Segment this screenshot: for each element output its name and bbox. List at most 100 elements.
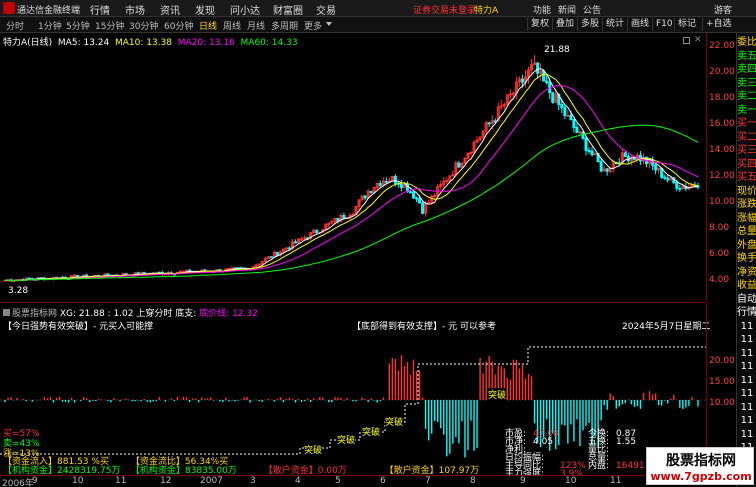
add-favorite-button[interactable]: +自选 xyxy=(702,18,735,31)
indicator-bar xyxy=(79,400,82,401)
candle-body xyxy=(399,183,403,189)
stock-name-title: 特力A xyxy=(474,6,499,16)
indicator-bar xyxy=(630,400,633,405)
period-60min[interactable]: 60分钟 xyxy=(164,19,193,32)
menu-jiaoyi[interactable]: 交易 xyxy=(316,2,336,17)
side-panel-item[interactable]: 11 xyxy=(737,401,756,414)
side-panel-item[interactable]: 自动 xyxy=(737,293,756,306)
indicator-bar xyxy=(4,400,6,403)
period-monthly[interactable]: 月线 xyxy=(247,19,265,32)
menu-gonggao[interactable]: 公告 xyxy=(583,3,601,16)
candle-body xyxy=(654,164,658,171)
indicator-bar xyxy=(337,397,339,400)
period-5min[interactable]: 5分钟 xyxy=(66,19,90,32)
candle-body xyxy=(387,180,391,183)
period-fenshi[interactable]: 分时 xyxy=(6,19,24,32)
side-panel-item[interactable]: 11 xyxy=(737,414,756,427)
side-panel-item[interactable]: 现价 xyxy=(737,185,756,198)
side-panel-item[interactable]: 买三 xyxy=(737,144,756,157)
menu-shichang[interactable]: 市场 xyxy=(125,2,145,17)
indicator-bar xyxy=(697,400,699,407)
side-panel-item[interactable]: 卖二 xyxy=(737,90,756,103)
menu-gongneng[interactable]: 功能 xyxy=(533,3,551,16)
side-panel-item[interactable]: 买五 xyxy=(737,171,756,184)
period-daily[interactable]: 日线 xyxy=(199,19,217,32)
f10-button[interactable]: F10 xyxy=(652,18,676,31)
side-panel-item[interactable]: 11 xyxy=(737,360,756,373)
side-panel-item[interactable]: 卖三 xyxy=(737,77,756,90)
side-panel-item[interactable]: 11 xyxy=(737,333,756,346)
chevron-down-icon[interactable] xyxy=(326,22,332,26)
side-panel-item[interactable]: 买二 xyxy=(737,131,756,144)
period-1min[interactable]: 1分钟 xyxy=(38,19,62,32)
menu-faxian[interactable]: 发现 xyxy=(195,2,215,17)
indicator-bar xyxy=(267,398,269,400)
menu-wenxiaoda[interactable]: 问小达 xyxy=(230,2,260,17)
indicator-bar xyxy=(415,371,418,400)
indicator-bar xyxy=(288,397,291,400)
side-panel-item[interactable]: 买一 xyxy=(737,117,756,130)
candle-body xyxy=(560,103,564,109)
indicator-bar xyxy=(606,400,608,410)
indicator-bar xyxy=(370,398,372,400)
period-15min[interactable]: 15分钟 xyxy=(95,19,124,32)
menu-xinwen[interactable]: 新闻 xyxy=(558,3,576,16)
indicator-bar xyxy=(391,357,394,400)
side-panel-item[interactable]: 行情 xyxy=(737,306,756,319)
side-panel-item[interactable]: 委比 xyxy=(737,36,756,49)
side-panel-item[interactable]: 涨幅 xyxy=(737,212,756,225)
overlay-button[interactable]: 叠加 xyxy=(552,18,577,31)
candle-body xyxy=(663,176,667,179)
side-panel-item[interactable]: 总量 xyxy=(737,225,756,238)
mark-button[interactable]: 标记 xyxy=(674,18,699,31)
side-panel-item[interactable]: 11 xyxy=(737,374,756,387)
side-panel-item[interactable]: 换手 xyxy=(737,252,756,265)
period-multi[interactable]: 多周期 xyxy=(271,19,298,32)
candle-body xyxy=(511,92,515,95)
indicator-bar xyxy=(285,398,288,400)
indicator-panel[interactable]: 股票指标网 XG: 21.88 : 1.02 上穿分时 底支: 底价线: 12.… xyxy=(0,304,710,479)
indicator-bar xyxy=(101,399,103,400)
menu-caifuquan[interactable]: 财富圈 xyxy=(273,2,303,17)
side-panel-item[interactable]: 买四 xyxy=(737,158,756,171)
candle-body xyxy=(569,114,573,121)
indicator-bar xyxy=(191,398,194,400)
breakout-tag: 突破 xyxy=(304,443,323,456)
menu-zixun[interactable]: 资讯 xyxy=(160,2,180,17)
menu-guest[interactable]: 游客 xyxy=(714,3,732,16)
low-price-label: 3.28 xyxy=(8,286,29,296)
period-more[interactable]: 更多 xyxy=(304,19,322,32)
candlestick-chart[interactable]: 特力A(日线) MA5: 13.24 MA10: 13.38 MA20: 13.… xyxy=(0,33,706,303)
draw-line-button[interactable]: 画线 xyxy=(627,18,652,31)
menu-hangqing[interactable]: 行情 xyxy=(90,2,110,17)
indicator-bar xyxy=(373,400,375,401)
period-30min[interactable]: 30分钟 xyxy=(129,19,158,32)
side-panel-item[interactable]: 卖四 xyxy=(737,63,756,76)
indicator-bar xyxy=(663,400,666,401)
multi-stock-button[interactable]: 多股 xyxy=(577,18,602,31)
indicator-bar xyxy=(52,400,55,403)
side-panel-item[interactable]: 11 xyxy=(737,320,756,333)
trade-login-alert[interactable]: 证券交易未登录 xyxy=(413,3,476,16)
price-tick: 12.00 xyxy=(709,171,735,181)
date-tick: 5 xyxy=(335,476,341,486)
price-tick: 22.00 xyxy=(709,41,735,51)
side-panel-item[interactable]: 卖五 xyxy=(737,50,756,63)
indicator-bar xyxy=(467,400,469,451)
period-weekly[interactable]: 周线 xyxy=(223,19,241,32)
indicator-bar xyxy=(512,359,515,400)
fuquan-button[interactable]: 复权 xyxy=(527,18,552,31)
side-panel-item[interactable]: 涨跌 xyxy=(737,198,756,211)
indicator-bar xyxy=(210,397,212,400)
side-panel-item[interactable]: 外盘 xyxy=(737,239,756,252)
indicator-bar xyxy=(409,374,412,400)
side-panel-item[interactable]: 卖一 xyxy=(737,104,756,117)
side-panel-item[interactable]: 11 xyxy=(737,428,756,441)
side-panel-item[interactable]: 收益 xyxy=(737,279,756,292)
indicator-bar xyxy=(470,400,472,421)
side-panel-item[interactable]: 11 xyxy=(737,387,756,400)
candle-body xyxy=(300,238,304,241)
side-panel-item[interactable]: 净资 xyxy=(737,266,756,279)
stats-button[interactable]: 统计 xyxy=(602,18,627,31)
side-panel-item[interactable]: 11 xyxy=(737,347,756,360)
